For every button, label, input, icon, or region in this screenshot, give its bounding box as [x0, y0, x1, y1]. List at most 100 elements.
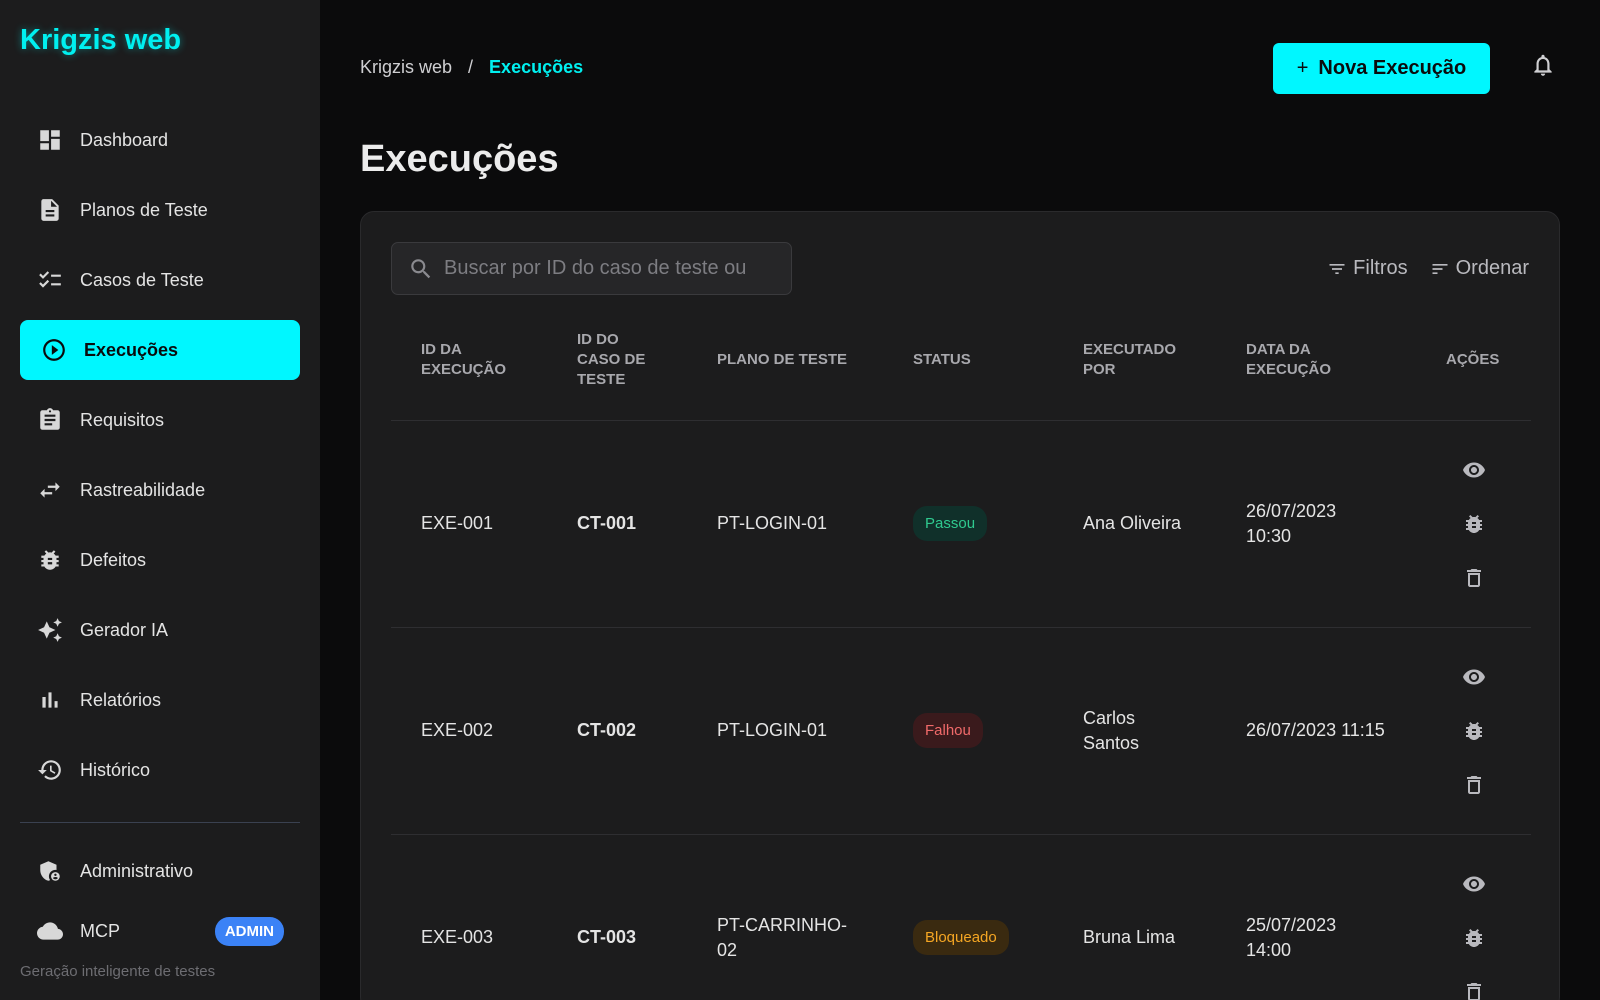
exec-id-cell: EXE-002 [391, 627, 547, 835]
actions-cell [1416, 627, 1531, 835]
case-id-cell: CT-003 [547, 834, 687, 1000]
plan-cell: PT-LOGIN-01 [687, 420, 883, 628]
column-header-actions: AÇÕES [1416, 325, 1531, 421]
sidebar-item-dashboard[interactable]: Dashboard [20, 110, 300, 170]
case-id-cell: CT-002 [547, 627, 687, 835]
new-execution-label: Nova Execução [1318, 57, 1467, 79]
sidebar-item-label: Defeitos [80, 549, 147, 570]
sort-label: Ordenar [1455, 257, 1529, 279]
plus-icon: + [1296, 57, 1309, 79]
column-header-date[interactable]: DATA DA EXECUÇÃO [1216, 325, 1416, 421]
date-cell: 26/07/2023 11:15 [1216, 627, 1416, 835]
status-cell: Passou [883, 420, 1053, 628]
breadcrumb-current: Execuções [489, 57, 584, 77]
table-header-row: ID DA EXECUÇÃO ID DO CASO DE TESTE PLANO… [391, 325, 1531, 421]
bug-icon[interactable] [1462, 719, 1486, 743]
breadcrumb-root[interactable]: Krigzis web [360, 57, 452, 78]
sidebar-tagline: Geração inteligente de testes [20, 963, 216, 980]
dashboard-icon [36, 126, 64, 154]
sidebar-item-rastreabilidade[interactable]: Rastreabilidade [20, 460, 300, 520]
bar-chart-icon [36, 686, 64, 714]
breadcrumb-separator: / [468, 57, 474, 77]
clipboard-icon [36, 406, 64, 434]
sidebar-divider [20, 822, 300, 823]
executed-by-cell: Carlos Santos [1053, 627, 1216, 835]
table-row[interactable]: EXE-001 CT-001 PT-LOGIN-01 Passou Ana Ol… [391, 420, 1531, 628]
sidebar-item-mcp[interactable]: MCP ADMIN [20, 901, 300, 961]
sidebar-item-administrativo[interactable]: Administrativo [20, 841, 300, 901]
sort-button[interactable]: Ordenar [1430, 257, 1529, 280]
sidebar-item-gerador-ia[interactable]: Gerador IA [20, 600, 300, 660]
column-header-status[interactable]: STATUS [883, 325, 1053, 421]
bug-icon[interactable] [1462, 926, 1486, 950]
executed-by-cell: Ana Oliveira [1053, 420, 1216, 628]
page-title: Execuções [360, 138, 559, 180]
cloud-icon [36, 917, 64, 945]
sidebar-item-label: Gerador IA [80, 619, 169, 640]
column-header-case-id[interactable]: ID DO CASO DE TESTE [547, 325, 687, 421]
actions-cell [1416, 420, 1531, 628]
sidebar-nav: Dashboard Planos de Teste Casos de Teste… [20, 110, 300, 800]
table-row[interactable]: EXE-003 CT-003 PT-CARRINHO-02 Bloqueado … [391, 834, 1531, 1000]
main-content: Krigzis web / Execuções + Nova Execução … [320, 0, 1600, 1000]
sidebar-item-label: Planos de Teste [80, 199, 208, 220]
table-toolbar: Filtros Ordenar [391, 242, 1529, 295]
table-row[interactable]: EXE-002 CT-002 PT-LOGIN-01 Falhou Carlos… [391, 627, 1531, 835]
document-icon [36, 196, 64, 224]
filters-button[interactable]: Filtros [1327, 257, 1408, 280]
exec-id-cell: EXE-003 [391, 834, 547, 1000]
view-icon[interactable] [1462, 872, 1486, 896]
sidebar-item-label: Dashboard [80, 129, 169, 150]
bug-icon [36, 546, 64, 574]
sidebar-item-label: MCP [80, 920, 120, 941]
date-cell: 26/07/2023 10:30 [1216, 420, 1416, 628]
bell-icon[interactable] [1530, 52, 1556, 78]
sort-icon [1432, 263, 1448, 274]
sidebar-item-planos-de-teste[interactable]: Planos de Teste [20, 180, 300, 240]
sidebar-item-historico[interactable]: Histórico [20, 740, 300, 800]
checklist-icon [36, 266, 64, 294]
view-icon[interactable] [1462, 665, 1486, 689]
sidebar: Krigzis web Dashboard Planos de Teste Ca… [0, 0, 320, 1000]
admin-badge: ADMIN [214, 916, 284, 946]
column-header-executed-by[interactable]: EXECUTADO POR [1053, 325, 1216, 421]
sidebar-item-label: Rastreabilidade [80, 479, 206, 500]
status-cell: Bloqueado [883, 834, 1053, 1000]
search-input[interactable] [444, 257, 774, 280]
delete-icon[interactable] [1462, 980, 1486, 1000]
sidebar-item-casos-de-teste[interactable]: Casos de Teste [20, 250, 300, 310]
view-icon[interactable] [1462, 458, 1486, 482]
actions-cell [1416, 834, 1531, 1000]
plan-cell: PT-CARRINHO-02 [687, 834, 883, 1000]
new-execution-button[interactable]: + Nova Execução [1273, 43, 1490, 94]
column-header-exec-id[interactable]: ID DA EXECUÇÃO [391, 325, 547, 421]
filter-icon [1329, 263, 1345, 274]
date-cell: 25/07/2023 14:00 [1216, 834, 1416, 1000]
column-header-plan[interactable]: PLANO DE TESTE [687, 325, 883, 421]
sidebar-item-label: Casos de Teste [80, 269, 204, 290]
search-box [391, 242, 792, 295]
sidebar-item-relatorios[interactable]: Relatórios [20, 670, 300, 730]
bug-icon[interactable] [1462, 512, 1486, 536]
sidebar-item-execucoes[interactable]: Execuções [20, 320, 300, 380]
table-tools: Filtros Ordenar [1327, 257, 1529, 280]
case-id-cell: CT-001 [547, 420, 687, 628]
history-icon [36, 756, 64, 784]
app-logo[interactable]: Krigzis web [20, 20, 300, 60]
sparkles-icon [36, 616, 64, 644]
sidebar-item-label: Execuções [84, 339, 179, 360]
status-badge: Falhou [913, 713, 983, 748]
exec-id-cell: EXE-001 [391, 420, 547, 628]
delete-icon[interactable] [1462, 566, 1486, 590]
topbar: Krigzis web / Execuções + Nova Execução [360, 0, 1560, 138]
delete-icon[interactable] [1462, 773, 1486, 797]
executions-card: Filtros Ordenar ID DA EXECUÇÃO ID DO CAS… [360, 211, 1560, 1000]
sidebar-item-label: Histórico [80, 759, 151, 780]
app-root: Krigzis web Dashboard Planos de Teste Ca… [0, 0, 1600, 1000]
executed-by-cell: Bruna Lima [1053, 834, 1216, 1000]
admin-shield-icon [36, 857, 64, 885]
sidebar-item-requisitos[interactable]: Requisitos [20, 390, 300, 450]
sidebar-item-defeitos[interactable]: Defeitos [20, 530, 300, 590]
play-circle-icon [40, 336, 68, 364]
status-cell: Falhou [883, 627, 1053, 835]
